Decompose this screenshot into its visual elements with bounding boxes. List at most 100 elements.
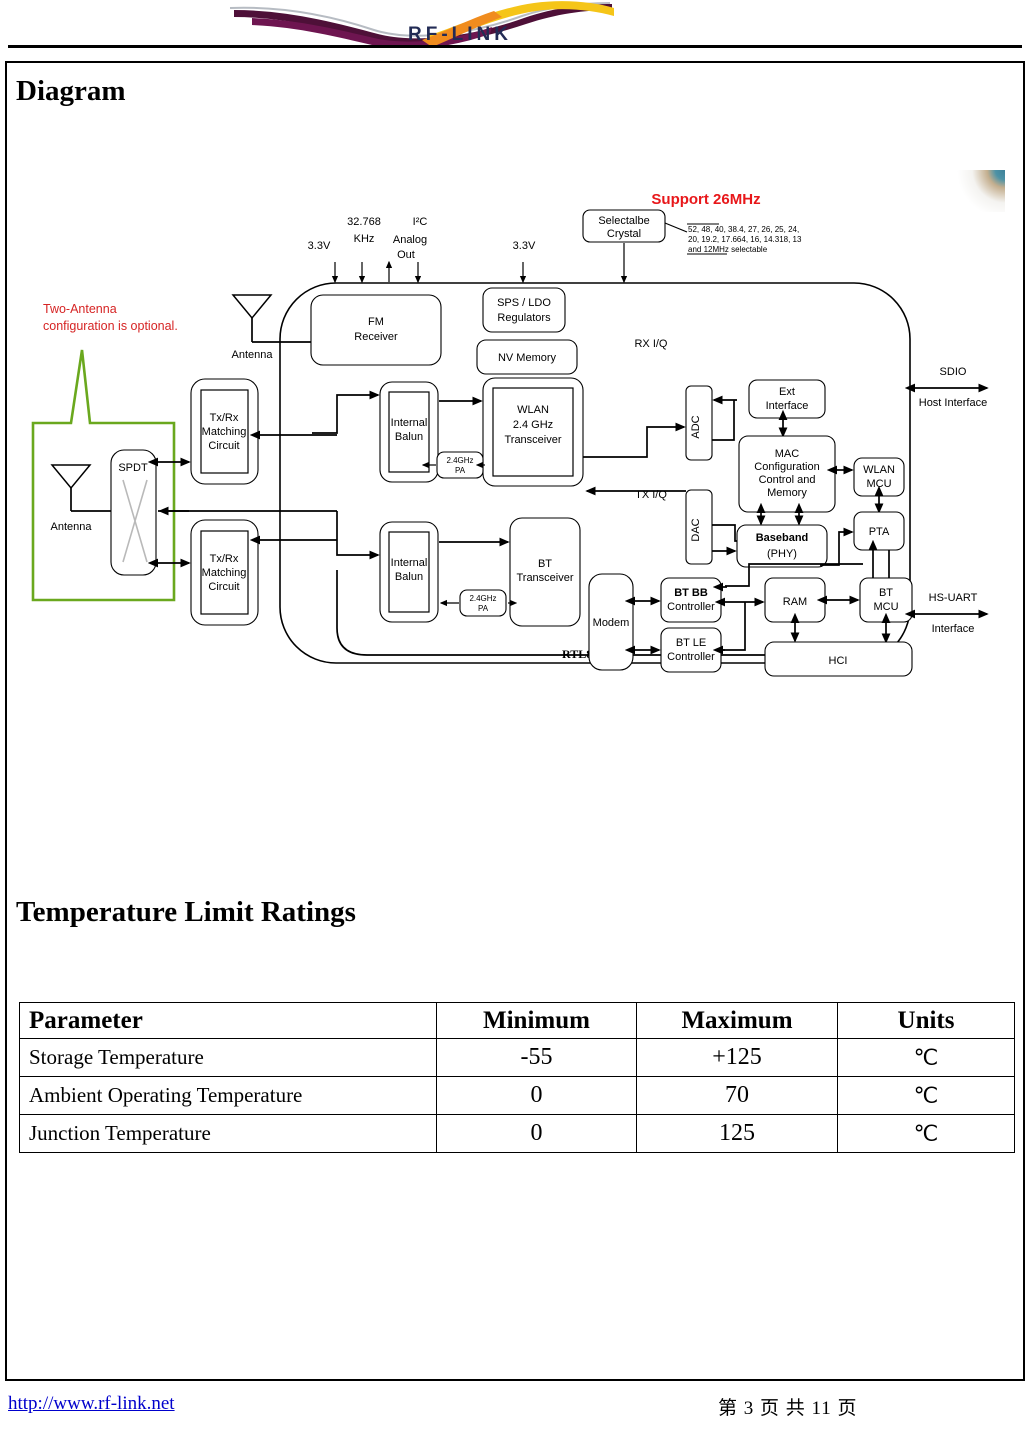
balun-top-line2: Balun [395, 431, 423, 443]
ram-label: RAM [783, 596, 807, 608]
block-selectable-crystal: Selectalbe Crystal [582, 209, 688, 284]
block-mac-configuration: MAC Configuration Control and Memory [738, 435, 836, 513]
txrx-top-line2: Matching [202, 426, 247, 438]
block-wlan-pa: 2.4GHz PA [436, 451, 484, 479]
balun-bot-line2: Balun [395, 571, 423, 583]
interface-sdio: SDIO Host Interface [904, 366, 989, 409]
txrx-top-line1: Tx/Rx [210, 412, 239, 424]
bb-line1: Baseband [756, 532, 809, 544]
block-hci: HCI [764, 641, 913, 677]
block-modem: Modem [588, 573, 634, 671]
block-txrx-matching-bottom: Tx/Rx Matching Circuit [190, 519, 259, 626]
crystal-freq-line3: and 12MHz selectable [688, 245, 768, 254]
wlan-pa-line2: PA [455, 466, 466, 475]
block-txrx-matching-top: Tx/Rx Matching Circuit [190, 378, 259, 485]
block-fm-receiver: FM Receiver [310, 294, 442, 366]
table-header-row: Parameter Minimum Maximum Units [19, 1002, 1015, 1039]
sps-line1: SPS / LDO [497, 297, 551, 309]
bt-pa-line2: PA [478, 604, 489, 613]
ext-line2: Interface [766, 400, 809, 412]
block-adc: ADC [685, 385, 713, 461]
cell-minimum: 0 [436, 1076, 637, 1115]
pin-label-i2c: I²C [413, 216, 428, 228]
nv-memory-label: NV Memory [498, 352, 557, 364]
block-sps-ldo-regulators: SPS / LDO Regulators [482, 287, 566, 333]
fm-line2: Receiver [354, 331, 398, 343]
wlan-line1: WLAN [517, 404, 549, 416]
pin-label-out: Out [397, 249, 415, 261]
table-row: Junction Temperature 0 125 ℃ [19, 1114, 1015, 1153]
logo-swoosh-icon: RF-LINK [229, 1, 614, 45]
block-spdt: SPDT [110, 449, 157, 576]
interface-hs-uart: HS-UART Interface [904, 592, 989, 635]
adc-label: ADC [690, 415, 702, 438]
two-antenna-note: Two-Antenna configuration is optional. [43, 302, 178, 333]
cell-parameter: Storage Temperature [19, 1038, 437, 1077]
antenna-top-label: Antenna [232, 349, 274, 361]
footer-website-link[interactable]: http://www.rf-link.net [8, 1393, 175, 1415]
pta-label: PTA [869, 526, 890, 538]
column-header-parameter: Parameter [19, 1002, 437, 1039]
txrx-bot-line3: Circuit [208, 581, 239, 593]
mac-line3: Control and [759, 474, 816, 486]
hci-label: HCI [829, 655, 848, 667]
page-title-diagram: Diagram [16, 75, 126, 107]
dac-label: DAC [690, 518, 702, 541]
mac-line4: Memory [767, 487, 807, 499]
wlanmcu-line1: WLAN [863, 464, 895, 476]
txrx-bot-line1: Tx/Rx [210, 553, 239, 565]
block-wlan-mcu: WLAN MCU [853, 457, 905, 497]
host-interface-label: Host Interface [919, 397, 987, 409]
block-wlan-transceiver: WLAN 2.4 GHz Transceiver [482, 377, 584, 487]
hs-uart-label: HS-UART [929, 592, 978, 604]
mac-line1: MAC [775, 448, 800, 460]
cell-parameter: Junction Temperature [19, 1114, 437, 1153]
sps-line2: Regulators [497, 312, 551, 324]
bt-pa-line1: 2.4GHz [469, 594, 496, 603]
bt-line2: Transceiver [516, 572, 573, 584]
balun-top-line1: Internal [391, 417, 428, 429]
block-bt-pa: 2.4GHz PA [459, 589, 507, 617]
pin-label-khz: KHz [354, 233, 375, 245]
block-nv-memory: NV Memory [476, 339, 578, 375]
txrx-top-line3: Circuit [208, 440, 239, 452]
block-pta: PTA [853, 511, 905, 551]
table-row: Ambient Operating Temperature 0 70 ℃ [19, 1076, 1015, 1115]
mac-line2: Configuration [754, 461, 819, 473]
balun-bot-line1: Internal [391, 557, 428, 569]
btmcu-line2: MCU [873, 601, 898, 613]
cell-parameter: Ambient Operating Temperature [19, 1076, 437, 1115]
block-bt-transceiver: BT Transceiver [509, 517, 581, 627]
btle-line2: Controller [667, 651, 715, 663]
cell-maximum: 70 [636, 1076, 838, 1115]
crystal-freq-line1: 52, 48, 40, 38.4, 27, 26, 25, 24, [688, 225, 799, 234]
btbb-line1: BT BB [674, 587, 708, 599]
interface-label: Interface [932, 623, 975, 635]
cell-units: ℃ [837, 1076, 1015, 1115]
block-bt-le-controller: BT LE Controller [660, 627, 722, 673]
block-ram: RAM [764, 577, 826, 623]
wlan-line2: 2.4 GHz [513, 419, 553, 431]
page-content-frame: Diagram RTL8723BS [5, 61, 1025, 1381]
bt-line1: BT [538, 558, 552, 570]
block-bt-mcu: BT MCU [859, 577, 913, 623]
header-divider [8, 45, 1022, 48]
crystal-label-line1: Selectalbe [598, 215, 649, 227]
column-header-maximum: Maximum [636, 1002, 838, 1039]
txrx-bot-line2: Matching [202, 567, 247, 579]
cell-maximum: 125 [636, 1114, 838, 1153]
btbb-line2: Controller [667, 601, 715, 613]
pin-label-3v3-left: 3.3V [308, 240, 331, 252]
cell-minimum: 0 [436, 1114, 637, 1153]
wlanmcu-line2: MCU [866, 478, 891, 490]
logo-wordmark: RF-LINK [408, 24, 512, 45]
cell-maximum: +125 [636, 1038, 838, 1077]
support-26mhz-note: Support 26MHz [651, 191, 760, 208]
block-bt-bb-controller: BT BB Controller [660, 577, 722, 623]
block-baseband-phy: Baseband (PHY) [736, 524, 828, 568]
btle-line1: BT LE [676, 637, 706, 649]
table-row: Storage Temperature -55 +125 ℃ [19, 1038, 1015, 1077]
spdt-label: SPDT [118, 462, 148, 474]
block-internal-balun-top: Internal Balun [379, 381, 439, 483]
antenna-bottom-label: Antenna [51, 521, 93, 533]
